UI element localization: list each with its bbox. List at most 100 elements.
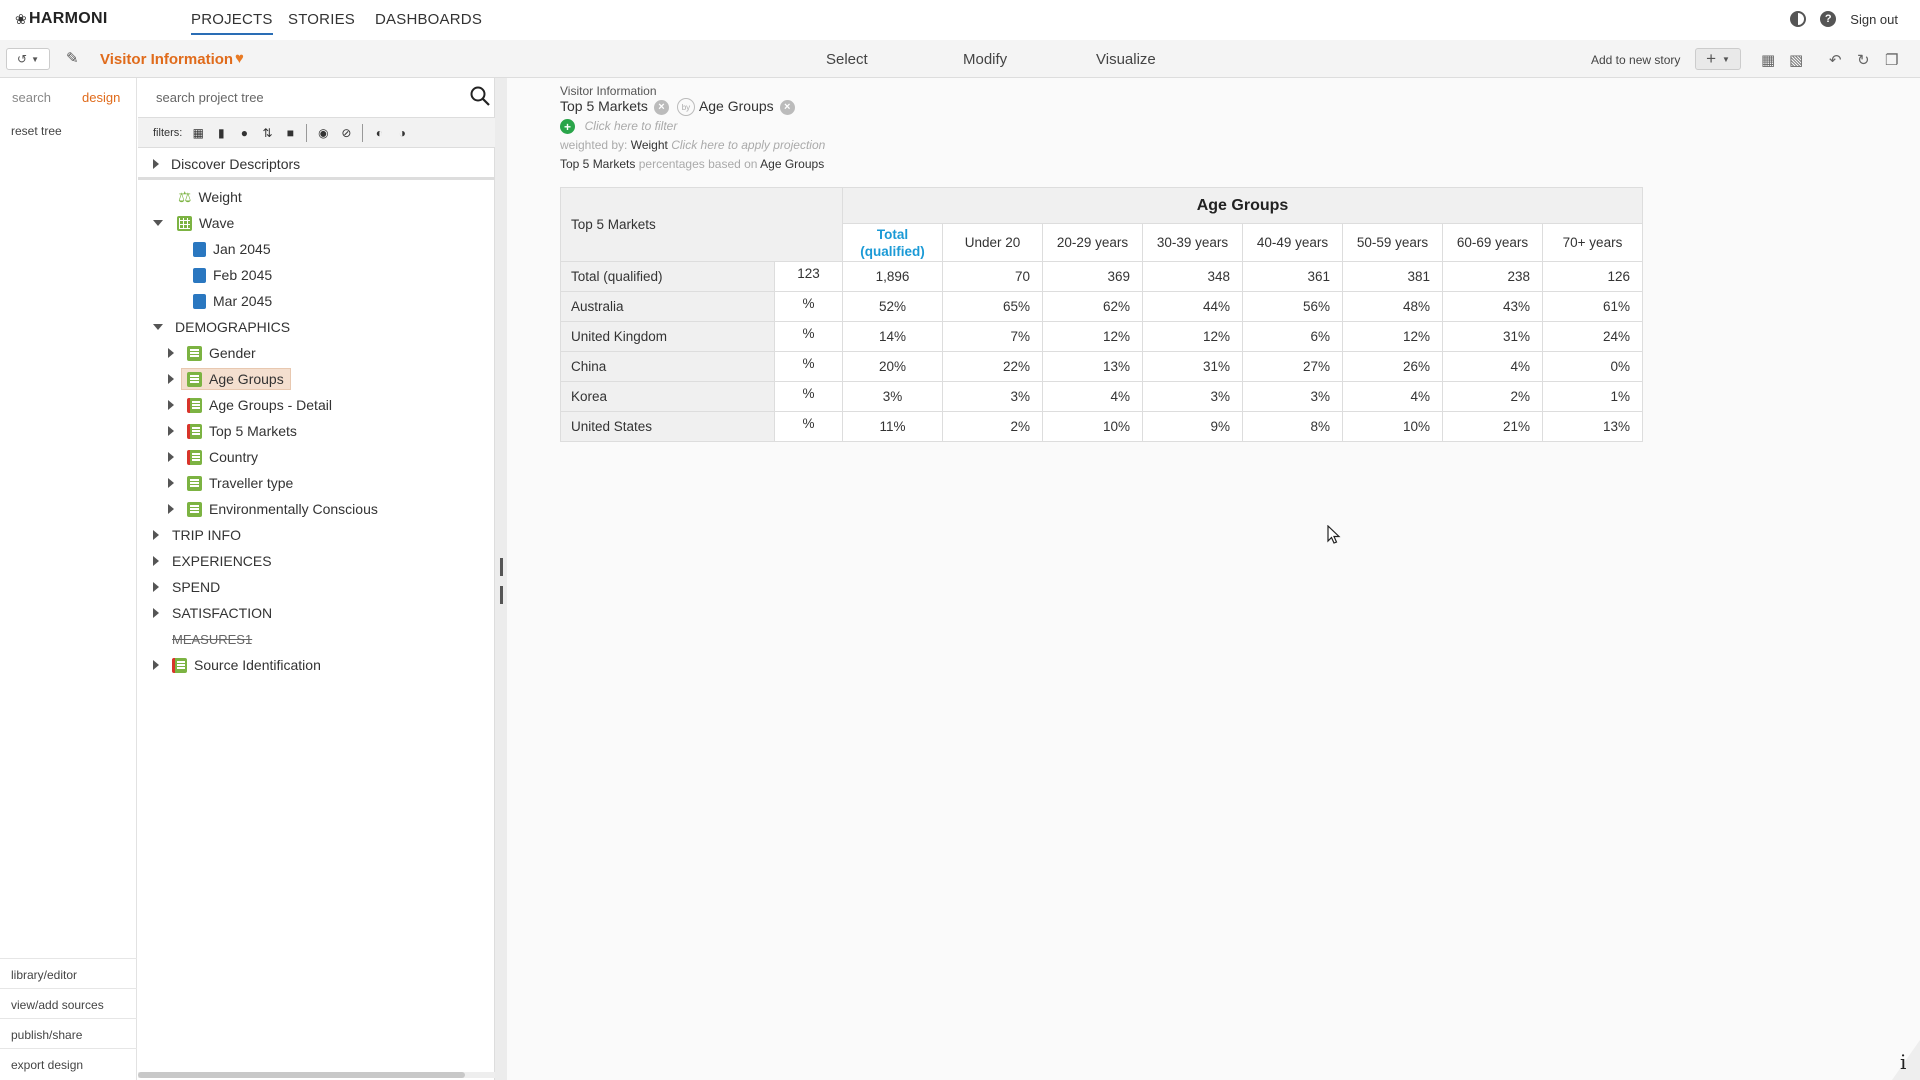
column-variable-chip[interactable]: Age Groups [699,98,774,114]
add-to-new-story[interactable]: Add to new story [1591,53,1680,67]
tab-search[interactable]: search [12,90,51,105]
data-cell[interactable]: 6% [1242,321,1343,352]
collapse-icon[interactable] [153,220,163,226]
data-cell[interactable]: 62% [1042,291,1143,322]
data-cell[interactable]: 13% [1042,351,1143,382]
harmoni-logo[interactable]: ❀ HARMONI [15,10,108,28]
grid-filter-icon[interactable]: ▦ [191,126,205,140]
data-cell[interactable]: 70 [942,261,1043,292]
column-header[interactable]: 70+ years [1542,223,1643,262]
export-excel-icon[interactable]: ▦ [1761,51,1775,69]
data-cell[interactable]: 22% [942,351,1043,382]
tree-item-jan-2045[interactable]: Jan 2045 [193,237,271,261]
data-cell[interactable]: 0% [1542,351,1643,382]
edit-pencil-icon[interactable]: ✎ [66,49,79,67]
expand-icon[interactable] [168,426,174,436]
expand-icon[interactable] [153,582,159,592]
data-cell[interactable]: 65% [942,291,1043,322]
info-icon[interactable]: i [1900,1050,1906,1074]
data-cell[interactable]: 238 [1442,261,1543,292]
row-label[interactable]: China [560,351,775,382]
refresh-icon[interactable]: ↻ [1857,51,1870,69]
library-editor-link[interactable]: library/editor [0,958,137,988]
sort-filter-icon[interactable]: ⇅ [260,126,274,140]
data-cell[interactable]: 27% [1242,351,1343,382]
data-cell[interactable]: 3% [1242,381,1343,412]
expand-icon[interactable] [168,504,174,514]
data-cell[interactable]: 2% [942,411,1043,442]
tree-folder-satisfaction[interactable]: SATISFACTION [153,601,272,625]
data-cell[interactable]: 10% [1342,411,1443,442]
expand-icon[interactable] [153,556,159,566]
expand-icon[interactable] [168,452,174,462]
export-powerpoint-icon[interactable]: ▧ [1789,51,1803,69]
data-cell[interactable]: 126 [1542,261,1643,292]
data-cell[interactable]: 2% [1442,381,1543,412]
expand-icon[interactable] [168,374,174,384]
row-label[interactable]: Australia [560,291,775,322]
data-cell[interactable]: 48% [1342,291,1443,322]
mode-visualize[interactable]: Visualize [1096,51,1156,68]
data-cell[interactable]: 369 [1042,261,1143,292]
column-filter-icon[interactable]: ▮ [214,126,228,140]
selected-item-highlight[interactable]: Age Groups [181,368,291,390]
data-cell[interactable]: 361 [1242,261,1343,292]
expand-icon[interactable] [168,348,174,358]
data-cell[interactable]: 12% [1342,321,1443,352]
tree-folder-trip-info[interactable]: TRIP INFO [153,523,241,547]
data-cell[interactable]: 26% [1342,351,1443,382]
eye-icon[interactable]: ◉ [316,126,330,140]
tree-folder-demographics[interactable]: DEMOGRAPHICS [153,315,290,339]
nav-stories[interactable]: STORIES [288,11,355,28]
tree-folder-experiences[interactable]: EXPERIENCES [153,549,272,573]
publish-share-link[interactable]: publish/share [0,1018,137,1048]
data-cell[interactable]: 348 [1142,261,1243,292]
column-header[interactable]: 20-29 years [1042,223,1143,262]
tree-item-traveller-type[interactable]: Traveller type [168,471,293,495]
data-cell[interactable]: 31% [1142,351,1243,382]
expand-icon[interactable] [153,660,159,670]
contrast-right-icon[interactable]: ◑ [395,126,409,140]
data-cell[interactable]: 13% [1542,411,1643,442]
data-cell[interactable]: 21% [1442,411,1543,442]
location-filter-icon[interactable]: ● [237,126,251,140]
tree-item-mar-2045[interactable]: Mar 2045 [193,289,272,313]
weight-variable[interactable]: Weight [631,138,668,152]
row-label[interactable]: United States [560,411,775,442]
column-header[interactable]: Under 20 [942,223,1043,262]
sign-out-link[interactable]: Sign out [1850,12,1898,27]
folder-filter-icon[interactable]: ■ [283,126,297,140]
column-header[interactable]: Total (qualified) [842,223,943,262]
data-cell[interactable]: 3% [1142,381,1243,412]
search-icon[interactable] [469,85,491,107]
tree-item-age-groups[interactable]: Age Groups [168,367,291,391]
column-header[interactable]: 40-49 years [1242,223,1343,262]
tree-item-source-identification[interactable]: Source Identification [153,653,321,677]
remove-row-variable-icon[interactable]: × [653,99,669,115]
tree-item-measures[interactable]: MEASURES1 [172,627,252,651]
eye-off-icon[interactable]: ⊘ [339,126,353,140]
expand-icon[interactable] [168,400,174,410]
splitter-handle[interactable] [500,558,503,604]
data-cell[interactable]: 8% [1242,411,1343,442]
data-cell[interactable]: 11% [842,411,943,442]
window-icon[interactable]: ❐ [1885,51,1898,69]
filter-row[interactable]: + Click here to filter [560,118,677,135]
history-dropdown[interactable]: ↺ ▼ [6,48,50,70]
mode-modify[interactable]: Modify [963,51,1007,68]
tree-item-environmentally-conscious[interactable]: Environmentally Conscious [168,497,378,521]
tree-item-wave[interactable]: Wave [153,211,234,235]
tab-design[interactable]: design [82,90,120,105]
discover-descriptors-row[interactable]: Discover Descriptors [138,148,495,180]
expand-icon[interactable] [153,159,159,169]
tree-item-weight[interactable]: ⚖ Weight [178,185,242,209]
crosstab-corner[interactable]: Top 5 Markets [560,187,843,262]
data-cell[interactable]: 20% [842,351,943,382]
add-filter-icon[interactable]: + [560,119,575,135]
horizontal-scrollbar-thumb[interactable] [138,1072,465,1078]
expand-icon[interactable] [168,478,174,488]
column-header[interactable]: 50-59 years [1342,223,1443,262]
data-cell[interactable]: 61% [1542,291,1643,322]
row-label[interactable]: Total (qualified) [560,261,775,292]
data-cell[interactable]: 31% [1442,321,1543,352]
